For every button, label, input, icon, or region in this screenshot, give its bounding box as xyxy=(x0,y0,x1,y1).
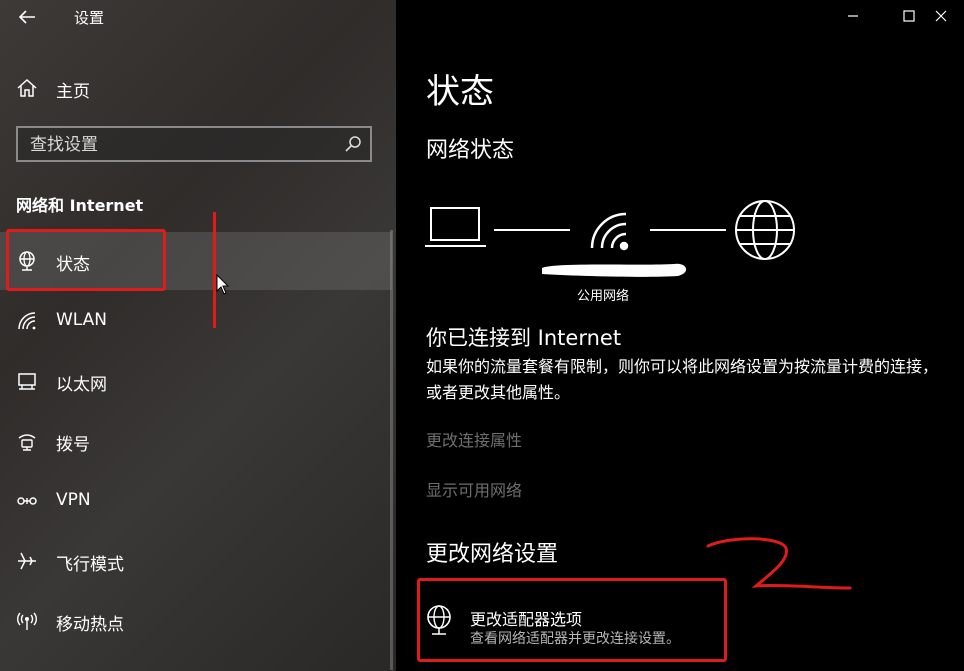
change-network-settings-heading: 更改网络设置 xyxy=(426,542,559,567)
settings-window: 设置 主页 网络和 Internet 状态 xyxy=(0,0,964,671)
main-content: 状态 网络状态 公用网络 你已连接到 Internet 如果你的流量套餐有限制，… xyxy=(396,0,964,671)
sidebar-item-label: 移动热点 xyxy=(56,615,124,635)
sidebar-item-dialup[interactable]: 拨号 xyxy=(0,412,392,470)
sidebar-item-label: 飞行模式 xyxy=(56,555,124,575)
title-bar: 设置 xyxy=(0,0,396,34)
search-input[interactable] xyxy=(28,133,332,157)
wifi-signal-icon xyxy=(590,212,629,251)
home-label: 主页 xyxy=(56,82,90,102)
globe-icon xyxy=(735,200,795,260)
back-arrow-icon xyxy=(18,10,35,24)
sidebar-item-home[interactable]: 主页 xyxy=(0,68,396,108)
network-status-heading: 网络状态 xyxy=(426,138,515,163)
sidebar-item-airplane[interactable]: 飞行模式 xyxy=(0,532,392,590)
back-button[interactable] xyxy=(10,4,44,30)
sidebar-scrollbar[interactable] xyxy=(390,230,393,670)
minimize-button[interactable] xyxy=(830,0,876,32)
sidebar-item-hotspot[interactable]: 移动热点 xyxy=(0,592,392,650)
connected-heading: 你已连接到 Internet xyxy=(426,326,622,350)
minimize-icon xyxy=(848,15,858,17)
sidebar-item-vpn[interactable]: VPN xyxy=(0,472,392,530)
airplane-icon xyxy=(18,552,36,570)
network-diagram xyxy=(425,200,795,277)
close-icon xyxy=(935,10,947,22)
sidebar: 设置 主页 网络和 Internet 状态 xyxy=(0,0,396,671)
sidebar-item-wlan[interactable]: WLAN xyxy=(0,292,392,350)
ethernet-icon xyxy=(18,373,36,390)
close-button[interactable] xyxy=(918,0,964,32)
change-connection-properties-link[interactable]: 更改连接属性 xyxy=(426,427,522,451)
mouse-cursor-icon xyxy=(216,274,230,295)
dialup-icon xyxy=(18,434,36,451)
connected-description: 如果你的流量套餐有限制，则你可以将此网络设置为按流量计费的连接，或者更改其他属性… xyxy=(426,357,939,402)
wifi-icon xyxy=(18,312,36,330)
maximize-icon xyxy=(903,10,915,22)
sidebar-item-label: VPN xyxy=(56,490,91,510)
annotation-number-two xyxy=(706,537,852,590)
page-title: 状态 xyxy=(426,72,494,112)
section-heading: 网络和 Internet xyxy=(16,196,144,215)
sidebar-item-ethernet[interactable]: 以太网 xyxy=(0,352,392,410)
hotspot-icon xyxy=(17,612,37,630)
sidebar-item-label: WLAN xyxy=(56,310,108,330)
show-available-networks-link[interactable]: 显示可用网络 xyxy=(426,477,522,501)
app-title: 设置 xyxy=(74,9,105,27)
annotation-box-adapter xyxy=(417,578,727,662)
search-icon[interactable] xyxy=(344,135,362,153)
redaction-mark xyxy=(542,263,687,277)
annotation-line xyxy=(213,212,216,328)
vpn-icon xyxy=(17,497,37,505)
sidebar-item-label: 以太网 xyxy=(56,375,107,395)
annotation-box-status xyxy=(6,229,166,291)
network-type-label: 公用网络 xyxy=(577,289,630,304)
home-icon xyxy=(17,78,37,97)
laptop-icon xyxy=(425,207,486,247)
search-box[interactable] xyxy=(16,126,372,162)
sidebar-item-label: 拨号 xyxy=(56,435,90,455)
